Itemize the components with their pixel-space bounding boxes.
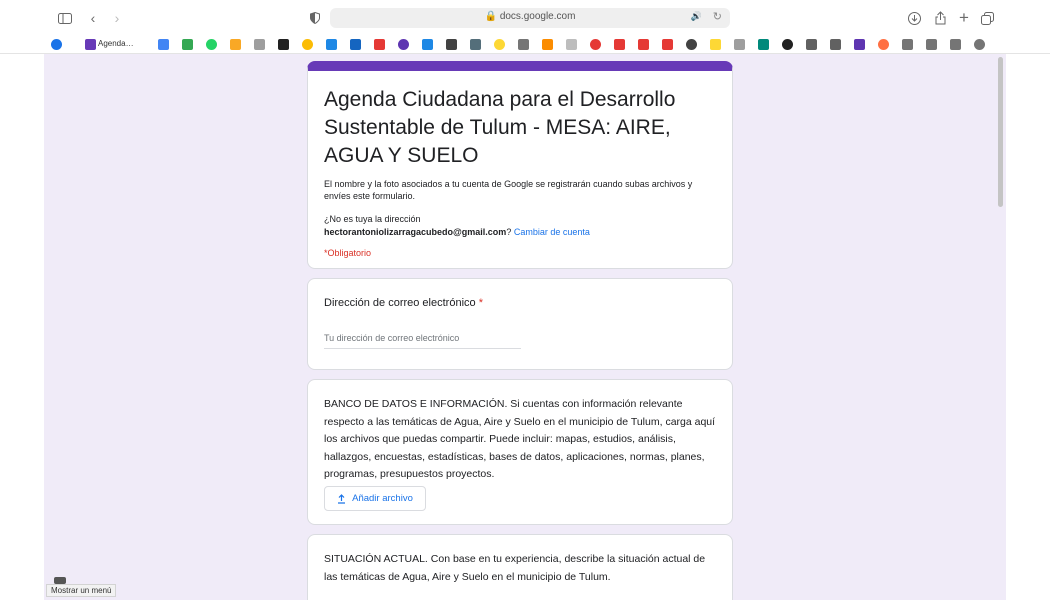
scrollbar-thumb[interactable] (998, 57, 1003, 207)
bookmark-favicon-icon[interactable] (278, 39, 289, 50)
privacy-shield-icon[interactable] (306, 9, 324, 27)
account-notice: El nombre y la foto asociados a tu cuent… (324, 179, 693, 201)
email-input[interactable]: Tu dirección de correo electrónico (324, 333, 521, 349)
bookmark-icon[interactable] (51, 39, 62, 50)
required-note: *Obligatorio (324, 248, 372, 258)
bookmark-favicon-icon[interactable] (806, 39, 817, 50)
lock-icon: 🔒 (484, 11, 498, 22)
bookmark-favicon-icon[interactable] (302, 39, 313, 50)
situation-question-card: SITUACIÓN ACTUAL. Con base en tu experie… (307, 534, 733, 600)
bookmark-favicon-icon[interactable] (422, 39, 433, 50)
data-bank-question-text: BANCO DE DATOS E INFORMACIÓN. Si cuentas… (324, 398, 716, 480)
not-you-text: ¿No es tuya la dirección (324, 214, 421, 224)
add-file-button[interactable]: Añadir archivo (324, 486, 426, 511)
required-asterisk: * (478, 297, 483, 309)
bookmark-favicon-icon[interactable] (518, 39, 529, 50)
bookmark-favicon-icon[interactable] (230, 39, 241, 50)
data-bank-question-card: BANCO DE DATOS E INFORMACIÓN. Si cuentas… (307, 379, 733, 525)
bookmark-favicon-icon[interactable] (590, 39, 601, 50)
add-file-label: Añadir archivo (352, 493, 413, 504)
form-title: Agenda Ciudadana para el Desarrollo Sust… (324, 88, 676, 167)
bookmark-favicon-icon[interactable] (734, 39, 745, 50)
bookmark-favicon-icon[interactable] (350, 39, 361, 50)
bookmark-favicon-icon[interactable] (686, 39, 697, 50)
bookmark-favicon-icon[interactable] (566, 39, 577, 50)
bookmark-favicon-icon[interactable] (374, 39, 385, 50)
bookmark-favicon-icon[interactable] (782, 39, 793, 50)
url-text: 🔒 docs.google.com (484, 11, 576, 22)
bookmark-favicon-icon[interactable] (950, 39, 961, 50)
address-bar[interactable]: 🔒 docs.google.com 🔊 ↻ (330, 8, 730, 28)
bookmarks-bar: Agenda… (0, 36, 1050, 54)
situation-question-text: SITUACIÓN ACTUAL. Con base en tu experie… (324, 553, 706, 583)
tab-overview-icon[interactable] (978, 9, 996, 27)
menu-tab-icon[interactable] (54, 577, 66, 584)
audio-playing-icon[interactable]: 🔊 (691, 11, 702, 22)
form-header-card: Agenda Ciudadana para el Desarrollo Sust… (307, 61, 733, 269)
bookmark-favicon-icon[interactable] (974, 39, 985, 50)
page-scrollbar[interactable] (997, 55, 1005, 600)
downloads-icon[interactable] (905, 9, 923, 27)
bookmark-favicon-icon[interactable] (446, 39, 457, 50)
bookmark-favicon-icon[interactable] (902, 39, 913, 50)
email-question-card: Dirección de correo electrónico * Tu dir… (307, 278, 733, 370)
bookmark-favicon-icon[interactable] (398, 39, 409, 50)
new-tab-icon[interactable]: + (955, 8, 973, 27)
back-icon[interactable]: ‹ (84, 9, 102, 27)
share-icon[interactable] (931, 9, 949, 27)
bookmark-favicon-icon[interactable] (494, 39, 505, 50)
forms-bookmark-icon[interactable] (85, 39, 96, 50)
window-margin-left (0, 0, 44, 600)
bookmark-favicon-icon[interactable] (854, 39, 865, 50)
forward-icon[interactable]: › (108, 9, 126, 27)
bookmark-favicon-icon[interactable] (758, 39, 769, 50)
bookmark-favicon-icon[interactable] (662, 39, 673, 50)
bookmark-favicon-icon[interactable] (878, 39, 889, 50)
form-page: Agenda Ciudadana para el Desarrollo Sust… (44, 55, 1006, 600)
bookmark-label[interactable]: Agenda… (98, 39, 134, 48)
account-line: hectorantoniolizarragacubedo@gmail.com? … (324, 227, 590, 237)
upload-icon (338, 493, 346, 504)
email-question-title: Dirección de correo electrónico * (324, 297, 483, 309)
browser-toolbar: ‹ › 🔒 docs.google.com 🔊 ↻ + (0, 0, 1050, 36)
bookmark-favicon-icon[interactable] (542, 39, 553, 50)
bookmark-favicon-icon[interactable] (710, 39, 721, 50)
reload-icon[interactable]: ↻ (713, 10, 722, 23)
bookmark-favicon-icon[interactable] (830, 39, 841, 50)
bookmark-favicon-icon[interactable] (638, 39, 649, 50)
bookmark-favicon-icon[interactable] (470, 39, 481, 50)
account-email: hectorantoniolizarragacubedo@gmail.com (324, 227, 507, 237)
bookmark-favicon-icon[interactable] (326, 39, 337, 50)
bookmark-favicon-icon[interactable] (614, 39, 625, 50)
bookmark-favicon-icon[interactable] (158, 39, 169, 50)
sidebar-icon[interactable] (56, 9, 74, 27)
bookmark-favicon-icon[interactable] (926, 39, 937, 50)
status-bar-text: Mostrar un menú (46, 584, 117, 597)
bookmark-favicon-icon[interactable] (206, 39, 217, 50)
bookmark-favicon-icon[interactable] (254, 39, 265, 50)
bookmark-favicon-icon[interactable] (182, 39, 193, 50)
switch-account-link[interactable]: Cambiar de cuenta (514, 227, 590, 237)
window-margin-right (1006, 0, 1050, 600)
